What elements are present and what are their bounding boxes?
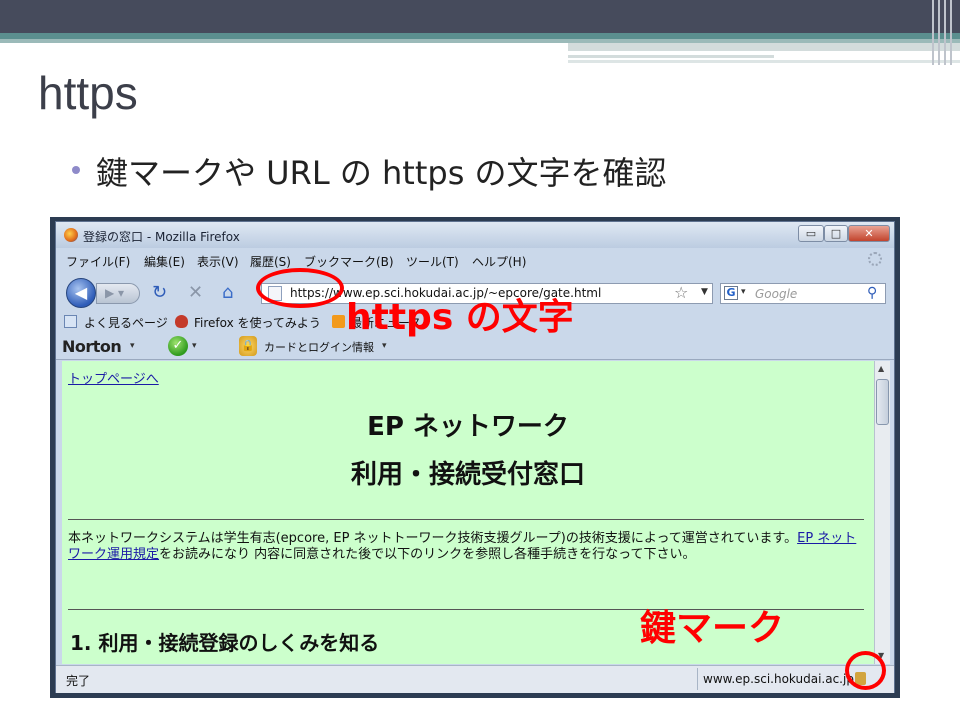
identity-safe-icon[interactable]: 🔒 [239,336,257,356]
search-engine-dropdown-icon[interactable]: ▾ [741,287,746,297]
status-bar: 完了 www.ep.sci.hokudai.ac.jp [56,665,894,693]
bookmark-most-visited[interactable]: よく見るページ [84,314,168,331]
scroll-thumb[interactable] [876,379,889,425]
norton-logo[interactable]: Norton [62,337,122,356]
norton-dropdown-icon[interactable]: ▾ [130,341,135,351]
status-divider [697,668,698,690]
minimize-button[interactable]: ▭ [798,225,824,242]
check-dropdown-icon[interactable]: ▾ [192,341,197,351]
status-host: www.ep.sci.hokudai.ac.jp [703,672,854,686]
slide-stripes [0,33,960,65]
window-title: 登録の窓口 - Mozilla Firefox [83,230,240,244]
menu-bar: ファイル(F) 編集(E) 表示(V) 履歴(S) ブックマーク(B) ツール(… [56,249,894,271]
home-icon[interactable]: ⌂ [222,283,233,303]
menu-help[interactable]: ヘルプ(H) [472,253,526,270]
status-text: 完了 [66,674,91,688]
bullet-dot [72,166,80,174]
firefox-icon [64,228,78,242]
card-dropdown-icon[interactable]: ▾ [382,341,387,351]
page-heading-network: EP ネットワーク [367,412,569,442]
search-bar[interactable]: G ▾ Google ⚲ [720,283,886,304]
back-button[interactable]: ◀ [66,278,96,308]
https-annotation: https の文字 [346,297,574,338]
divider [68,519,864,520]
close-button[interactable]: ✕ [848,225,890,242]
menu-file[interactable]: ファイル(F) [66,253,130,270]
rss-icon [332,315,345,328]
reload-icon[interactable]: ↻ [152,283,167,303]
bullet-text: 鍵マークや URL の https の文字を確認 [96,154,667,192]
slide-top-bar [0,0,960,33]
top-page-link[interactable]: トップページへ [68,368,159,387]
menu-history[interactable]: 履歴(S) [250,253,291,270]
menu-view[interactable]: 表示(V) [197,253,239,270]
scroll-up-icon[interactable]: ▲ [878,364,884,373]
slide-corner-lines [928,0,960,65]
norton-check-icon[interactable]: ✓ [168,336,188,356]
stop-icon[interactable]: ✕ [188,283,203,303]
forward-button[interactable]: ▶ ▾ [96,283,140,304]
lock-annotation: 鍵マーク [640,608,785,649]
throbber-icon [868,252,882,266]
search-icon[interactable]: ⚲ [867,285,877,301]
bookmark-getting-started[interactable]: Firefox を使ってみよう [194,314,321,331]
lock-highlight-ring [845,651,886,690]
menu-edit[interactable]: 編集(E) [144,253,185,270]
firefox-bookmark-icon [175,315,188,328]
intro-text-2: をお読みになり 内容に同意された後で以下のリンクを参照し各種手続きを行なって下さ… [159,547,696,562]
intro-paragraph: 本ネットワークシステムは学生有志(epcore, EP ネットトーワーク技術支援… [68,531,858,563]
google-icon[interactable]: G [724,286,738,300]
section-heading: 1. 利用・接続登録のしくみを知る [70,631,380,655]
url-dropdown-icon[interactable]: ▼ [701,287,708,297]
slide-title: https [38,67,138,119]
bookmark-star-icon[interactable]: ☆ [674,283,688,302]
menu-bookmarks[interactable]: ブックマーク(B) [304,253,394,270]
intro-text-1: 本ネットワークシステムは学生有志(epcore, EP ネットトーワーク技術支援… [68,531,798,546]
maximize-button[interactable]: □ [824,225,848,242]
search-placeholder[interactable]: Google [755,287,797,301]
card-login-menu[interactable]: カードとログイン情報 [264,339,374,355]
title-bar: 登録の窓口 - Mozilla Firefox ▭ □ ✕ [56,222,894,248]
vertical-scrollbar[interactable]: ▲ ▼ [874,361,890,664]
menu-tools[interactable]: ツール(T) [406,253,459,270]
page-icon [64,315,77,328]
url-highlight-ring [256,268,344,308]
page-heading-reception: 利用・接続受付窓口 [350,460,585,490]
